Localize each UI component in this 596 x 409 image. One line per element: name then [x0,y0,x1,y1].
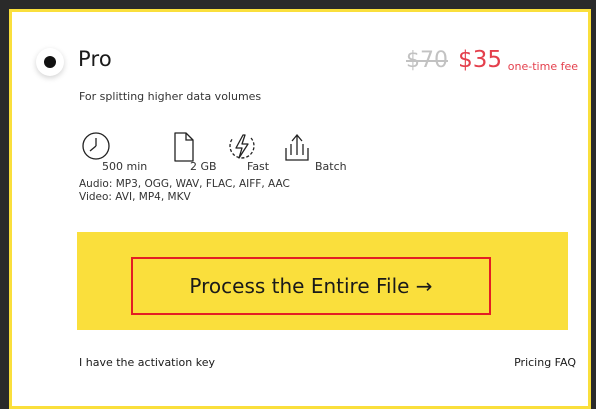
clock-icon [82,132,110,160]
new-price: $35 [458,47,502,73]
feature-list: 500 min 2 GB Fast Batch [80,130,400,173]
file-icon [174,132,194,162]
feature-speed-label: Fast [247,160,270,173]
audio-formats: Audio: MP3, OGG, WAV, FLAC, AIFF, AAC [79,178,290,190]
pricing-faq-link[interactable]: Pricing FAQ [514,356,576,369]
feature-size-label: 2 GB [190,160,217,173]
feature-batch-label: Batch [315,160,347,173]
batch-upload-icon [285,133,309,161]
video-formats: Video: AVI, MP4, MKV [79,191,191,203]
plan-name: Pro [78,47,112,71]
feature-duration-label: 500 min [102,160,148,173]
plan-description: For splitting higher data volumes [79,90,262,103]
pricing-card: Pro $70 $35 one-time fee For splitting h… [9,9,591,409]
lightning-icon [229,134,255,159]
cta-area: Process the Entire File → [77,232,568,330]
radio-selected-dot [44,56,56,68]
process-entire-file-button[interactable]: Process the Entire File → [131,257,491,315]
fee-note: one-time fee [507,60,578,73]
activation-key-link[interactable]: I have the activation key [79,356,215,369]
plan-radio[interactable] [36,48,64,76]
supported-formats: Audio: MP3, OGG, WAV, FLAC, AIFF, AAC Vi… [79,178,290,204]
old-price: $70 [406,48,448,73]
